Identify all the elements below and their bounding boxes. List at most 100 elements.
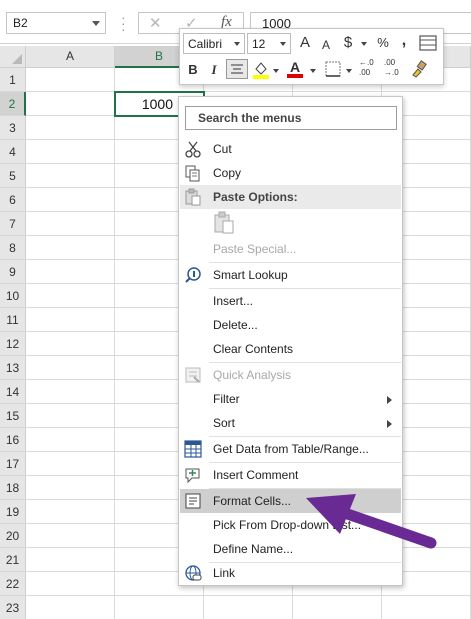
menu-item-smart-lookup[interactable]: Smart Lookup [180,263,401,287]
align-center-button[interactable] [226,59,248,79]
row-header[interactable]: 16 [0,428,26,452]
row-header[interactable]: 8 [0,236,26,260]
fill-color-icon[interactable] [252,60,270,80]
percent-style-button[interactable]: % [375,33,391,53]
increase-decimal-button[interactable]: ←.0.00 [359,58,379,80]
menu-item-define-name[interactable]: Define Name... [180,537,401,561]
menu-item-copy[interactable]: Copy [180,161,401,185]
row-header[interactable]: 11 [0,308,26,332]
menu-item-label: Format Cells... [213,494,292,508]
row-header[interactable]: 1 [0,68,26,92]
menu-item-sort[interactable]: Sort [180,411,401,435]
name-box[interactable]: B2 [6,12,106,34]
select-all-button[interactable] [0,46,26,68]
row-header[interactable]: 23 [0,596,26,619]
context-menu: Search the menus Cut Copy Paste Options: [178,96,403,586]
link-icon [185,565,202,581]
column-header-a[interactable]: A [26,46,115,68]
row-header[interactable]: 22 [0,572,26,596]
copy-icon [185,165,200,182]
row-header[interactable]: 13 [0,356,26,380]
row-header[interactable]: 14 [0,380,26,404]
menu-item-label: Copy [213,166,242,180]
comment-icon [185,468,200,484]
decrease-font-size-button[interactable]: A [319,35,333,55]
menu-item-label: Quick Analysis [213,368,292,382]
row-header[interactable]: 19 [0,500,26,524]
menu-item-format-cells[interactable]: Format Cells... [180,489,401,513]
chevron-down-icon[interactable] [273,69,279,73]
menu-item-cut[interactable]: Cut [180,137,401,161]
menu-item-label: Define Name... [213,542,294,556]
paste-icon [185,188,201,206]
chevron-down-icon[interactable] [361,42,367,46]
font-size-select[interactable]: 12 [247,33,291,54]
row-header[interactable]: 17 [0,452,26,476]
scissors-icon [185,141,201,158]
row-header[interactable]: 12 [0,332,26,356]
cancel-icon[interactable]: ✕ [149,14,162,32]
menu-header-label: Paste Options: [213,190,298,204]
name-box-value: B2 [13,16,28,30]
currency-format-button[interactable]: $ [340,33,356,53]
drag-handle-icon[interactable]: · · · [121,10,126,36]
row-header[interactable]: 6 [0,188,26,212]
menu-search-placeholder: Search the menus [198,111,302,125]
menu-item-label: Insert Comment [213,468,299,482]
row-header[interactable]: 4 [0,140,26,164]
menu-item-label: Sort [213,416,236,430]
chevron-down-icon[interactable] [310,69,316,73]
menu-item-label: Link [213,566,236,580]
menu-item-label: Get Data from Table/Range... [213,442,369,456]
menu-search-box[interactable]: Search the menus [185,106,397,130]
chevron-down-icon[interactable] [92,21,100,26]
menu-item-filter[interactable]: Filter [180,387,401,411]
row-header[interactable]: 9 [0,260,26,284]
paintbrush-icon[interactable] [410,60,428,78]
row-header[interactable]: 3 [0,116,26,140]
menu-item-delete[interactable]: Delete... [180,313,401,337]
row-header[interactable]: 10 [0,284,26,308]
menu-item-clear-contents[interactable]: Clear Contents [180,337,401,361]
menu-item-insert-comment[interactable]: Insert Comment [180,463,401,487]
font-color-swatch [287,74,303,78]
font-color-button[interactable]: A [286,59,304,79]
paste-option-icon[interactable] [213,211,235,235]
submenu-arrow-icon [387,396,392,404]
menu-item-label: Delete... [213,318,258,332]
bold-button[interactable]: B [184,60,202,80]
comma-style-button[interactable]: , [398,31,410,51]
row-header[interactable]: 21 [0,548,26,572]
row-header[interactable]: 15 [0,404,26,428]
row-header[interactable]: 18 [0,476,26,500]
chevron-down-icon[interactable] [346,69,352,73]
increase-font-size-button[interactable]: A [297,33,313,53]
font-size-value: 12 [252,37,266,51]
quick-analysis-icon [185,367,201,383]
menu-item-get-data[interactable]: Get Data from Table/Range... [180,437,401,461]
menu-item-pick-from-list[interactable]: Pick From Drop-down List... [180,513,401,537]
decrease-decimal-button[interactable]: .00 →.0 [384,58,404,80]
row-header[interactable]: 20 [0,524,26,548]
row-header[interactable]: 7 [0,212,26,236]
menu-item-label: Filter [213,392,240,406]
menu-item-label: Paste Special... [213,242,297,256]
row-header[interactable]: 2 [0,92,26,116]
menu-item-paste-special[interactable]: Paste Special... [180,237,401,261]
cell-b2-value: 1000 [141,96,173,112]
menu-item-quick-analysis[interactable]: Quick Analysis [180,363,401,387]
menu-item-link[interactable]: Link [180,561,401,585]
italic-button[interactable]: I [206,60,222,80]
format-cells-icon [185,493,201,509]
font-name-value: Calibri [188,37,223,51]
table-icon [184,440,202,458]
row-header[interactable]: 5 [0,164,26,188]
font-name-select[interactable]: Calibri [183,33,245,54]
menu-item-label: Cut [213,142,232,156]
borders-icon[interactable] [325,61,341,77]
menu-item-insert[interactable]: Insert... [180,289,401,313]
increase-decimal-icon: ←.0.00 [359,58,374,77]
format-painter-table-icon[interactable] [419,35,437,51]
menu-header-paste-options: Paste Options: [180,185,401,209]
submenu-arrow-icon [387,420,392,428]
